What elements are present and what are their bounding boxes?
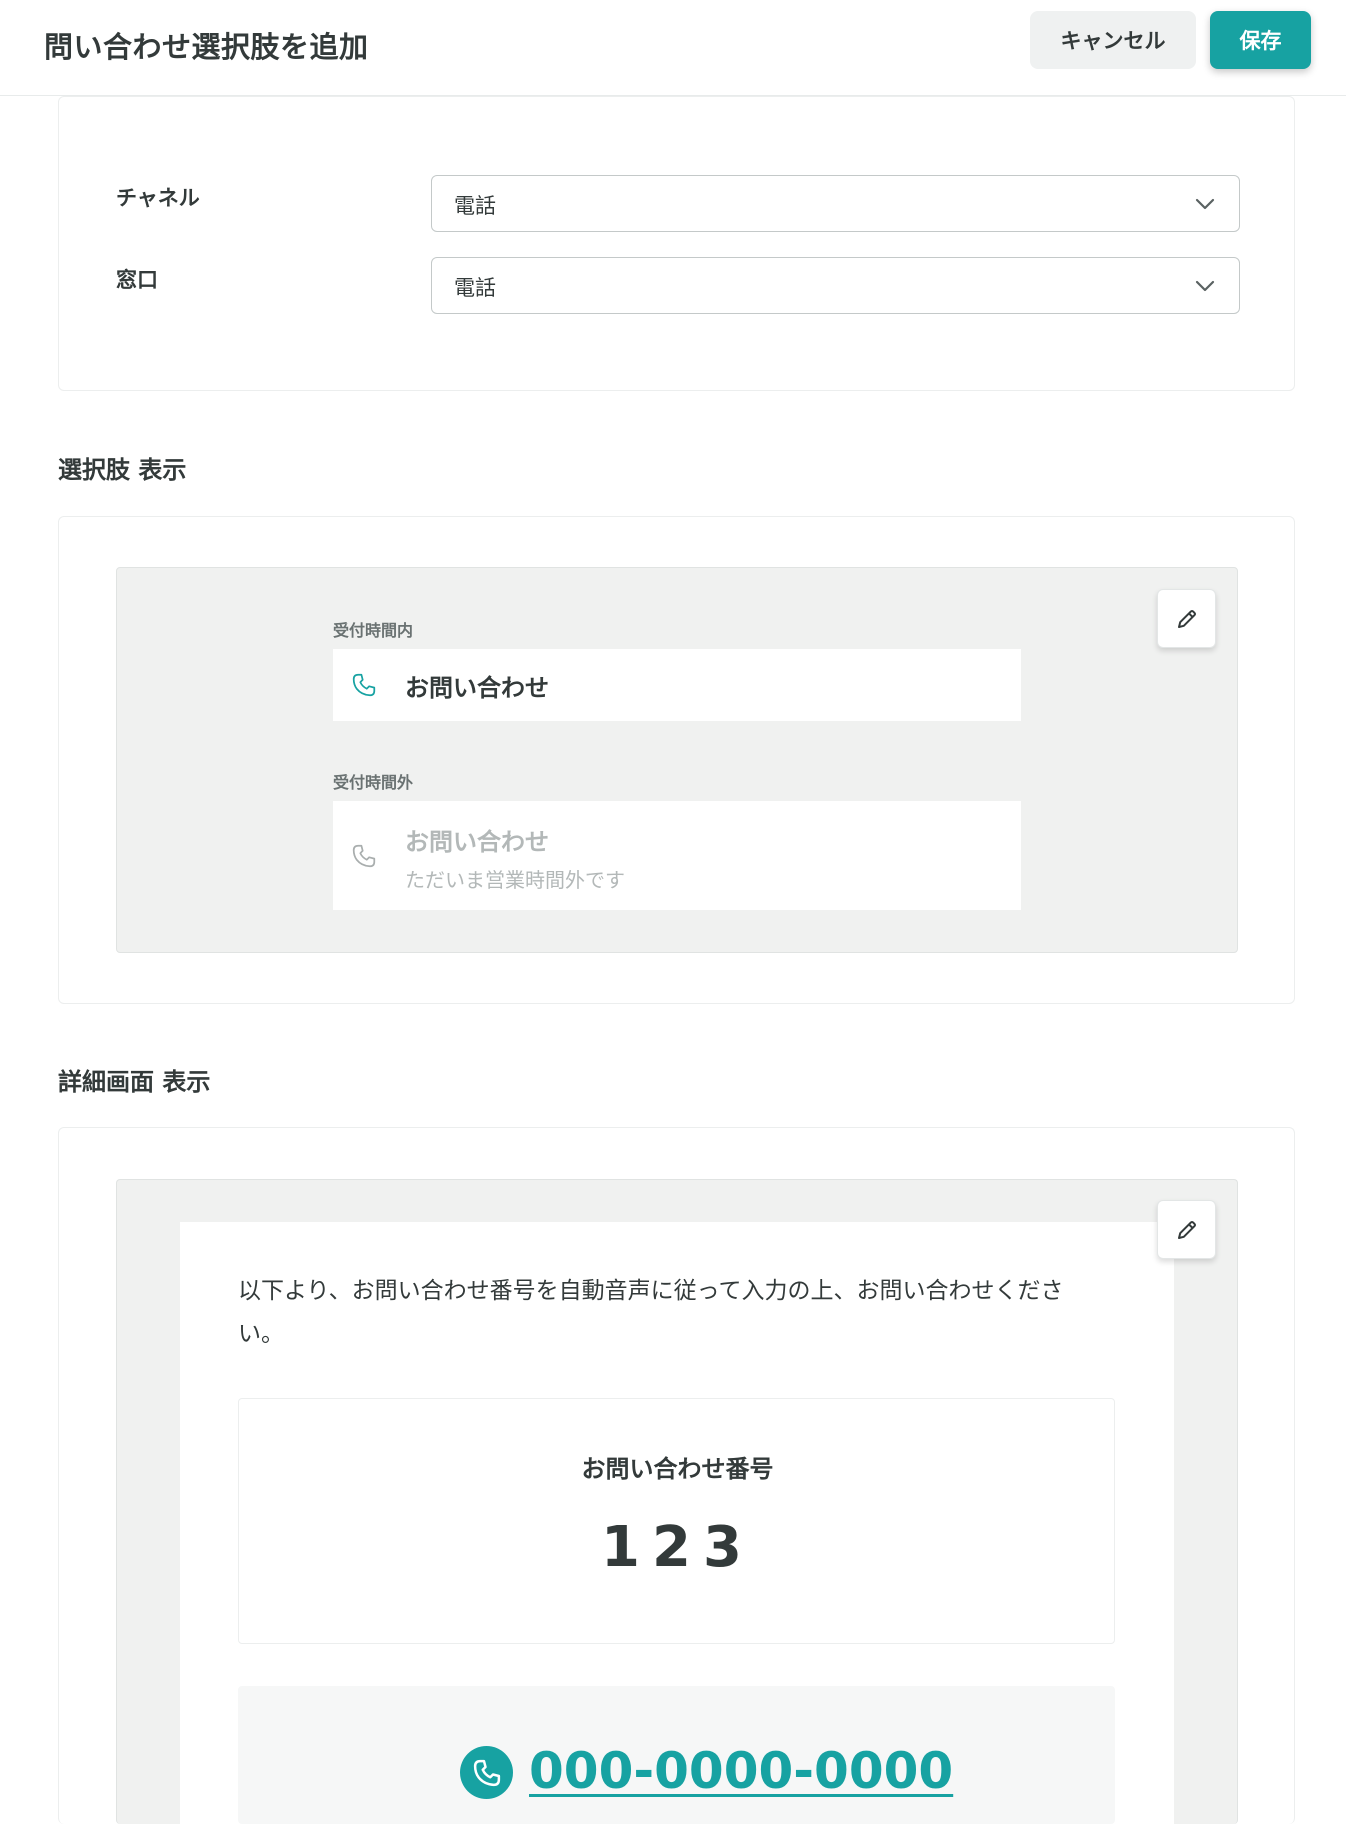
out-hours-option-title: お問い合わせ <box>405 828 549 856</box>
window-select[interactable]: 電話 <box>431 257 1240 314</box>
chevron-down-icon <box>1195 198 1215 210</box>
channel-select[interactable]: 電話 <box>431 175 1240 232</box>
option-display-title: 選択肢 表示 <box>58 456 187 484</box>
inquiry-number-box: お問い合わせ番号 123 <box>238 1398 1115 1644</box>
out-hours-label: 受付時間外 <box>333 773 414 792</box>
out-hours-option-subtitle: ただいま営業時間外です <box>405 868 625 892</box>
chevron-down-icon <box>1195 280 1215 292</box>
in-hours-label: 受付時間内 <box>333 621 414 640</box>
page-title: 問い合わせ選択肢を追加 <box>44 30 369 64</box>
inquiry-number-label: お問い合わせ番号 <box>581 1455 774 1483</box>
pencil-icon <box>1177 1220 1196 1239</box>
inquiry-number-value: 123 <box>601 1515 754 1580</box>
edit-detail-button[interactable] <box>1157 1200 1216 1259</box>
out-hours-option: お問い合わせ ただいま営業時間外です <box>333 801 1021 910</box>
settings-card <box>58 96 1295 391</box>
channel-select-value: 電話 <box>454 194 496 218</box>
edit-option-button[interactable] <box>1157 589 1216 648</box>
channel-label: チャネル <box>116 186 200 210</box>
in-hours-option-title: お問い合わせ <box>405 674 549 702</box>
phone-number-link[interactable]: 000-0000-0000 <box>529 1742 953 1800</box>
phone-box: 000-0000-0000 <box>238 1686 1115 1824</box>
phone-icon <box>352 673 376 697</box>
detail-description: 以下より、お問い合わせ番号を自動音声に従って入力の上、お問い合わせください。 <box>238 1278 1064 1347</box>
phone-icon <box>352 844 376 868</box>
in-hours-option: お問い合わせ <box>333 649 1021 721</box>
cancel-button[interactable]: キャンセル <box>1030 11 1196 69</box>
save-button[interactable]: 保存 <box>1210 11 1311 69</box>
phone-icon <box>460 1746 513 1799</box>
pencil-icon <box>1177 609 1196 628</box>
page-header: 問い合わせ選択肢を追加 キャンセル 保存 <box>0 0 1346 96</box>
detail-display-title: 詳細画面 表示 <box>58 1068 211 1096</box>
window-select-value: 電話 <box>454 276 496 300</box>
window-label: 窓口 <box>116 268 158 292</box>
